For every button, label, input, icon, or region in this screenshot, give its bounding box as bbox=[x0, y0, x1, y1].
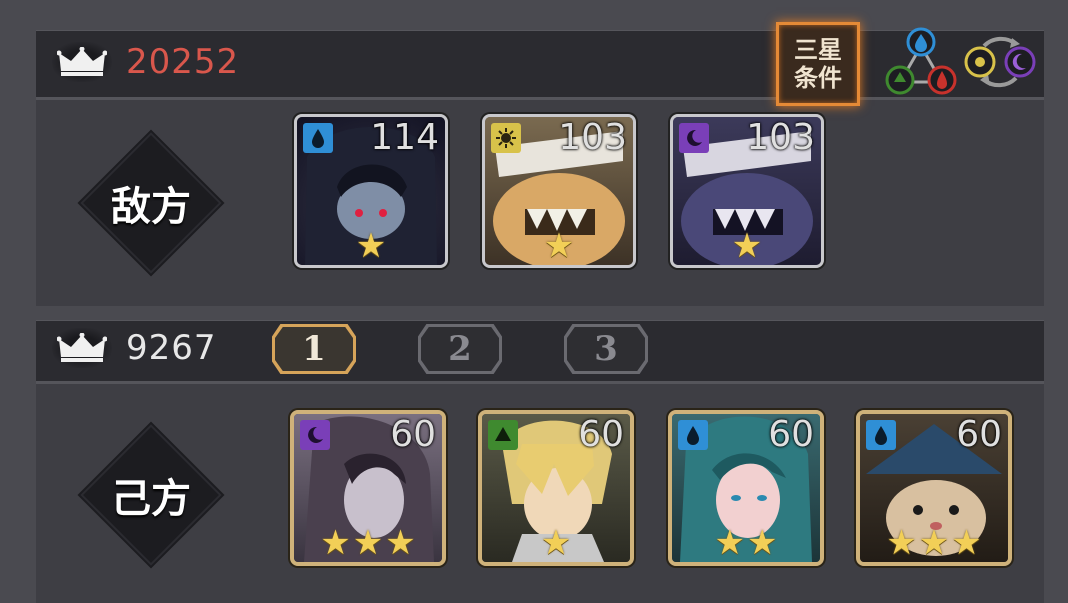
star-icon: ★ bbox=[918, 523, 950, 563]
star-icon: ★ bbox=[543, 226, 575, 266]
star-icon: ★ bbox=[747, 523, 778, 563]
ally-unit-card[interactable]: 60 ★ ★ bbox=[668, 410, 824, 566]
team-tab-label: 3 bbox=[594, 329, 618, 369]
enemy-unit-card[interactable]: 103 ★ bbox=[482, 114, 636, 268]
moon-icon bbox=[300, 420, 330, 450]
enemy-power: 20252 bbox=[52, 42, 239, 82]
enemy-power-value: 20252 bbox=[126, 42, 240, 82]
three-star-label-2: 条件 bbox=[794, 64, 842, 92]
team-tab-1[interactable]: 1 bbox=[272, 324, 356, 374]
star-icon: ★ bbox=[714, 523, 745, 563]
team-tab-2[interactable]: 2 bbox=[418, 324, 502, 374]
sun-icon bbox=[491, 123, 521, 153]
unit-stars: ★ bbox=[297, 229, 445, 263]
water-icon bbox=[866, 420, 896, 450]
unit-level: 114 bbox=[370, 117, 439, 158]
unit-level: 103 bbox=[558, 117, 627, 158]
star-icon: ★ bbox=[540, 523, 572, 563]
enemy-unit-card[interactable]: 114 ★ bbox=[294, 114, 448, 268]
water-icon bbox=[678, 420, 708, 450]
three-star-condition-button[interactable]: 三星 条件 bbox=[776, 22, 860, 106]
sun-moon-cycle-icon[interactable] bbox=[962, 26, 1038, 98]
unit-level: 103 bbox=[746, 117, 815, 158]
crown-icon bbox=[52, 328, 112, 368]
team-tab-label: 2 bbox=[448, 329, 472, 369]
ally-side-label: 己方 bbox=[76, 420, 226, 570]
unit-level: 60 bbox=[578, 414, 624, 455]
unit-stars: ★ ★ bbox=[672, 526, 820, 560]
enemy-unit-card[interactable]: 103 ★ bbox=[670, 114, 824, 268]
team-tab-3[interactable]: 3 bbox=[564, 324, 648, 374]
ally-unit-card[interactable]: 60 ★ ★ ★ bbox=[856, 410, 1012, 566]
enemy-side-text: 敌方 bbox=[111, 184, 191, 230]
unit-stars: ★ bbox=[485, 229, 633, 263]
unit-level: 60 bbox=[956, 414, 1002, 455]
star-icon: ★ bbox=[320, 523, 351, 563]
ally-unit-card[interactable]: 60 ★ bbox=[478, 410, 634, 566]
star-icon: ★ bbox=[951, 523, 982, 563]
ally-unit-card[interactable]: 60 ★ ★ ★ bbox=[290, 410, 446, 566]
unit-stars: ★ bbox=[673, 229, 821, 263]
ally-power: 9267 bbox=[52, 328, 217, 368]
element-cycle-icon[interactable] bbox=[884, 26, 958, 98]
star-icon: ★ bbox=[352, 523, 384, 563]
star-icon: ★ bbox=[385, 523, 416, 563]
crown-icon bbox=[52, 42, 112, 82]
ally-side-text: 己方 bbox=[111, 476, 191, 522]
unit-stars: ★ ★ ★ bbox=[294, 526, 442, 560]
three-star-label-1: 三星 bbox=[794, 36, 842, 64]
unit-stars: ★ ★ ★ bbox=[860, 526, 1008, 560]
star-icon: ★ bbox=[355, 226, 387, 266]
leaf-icon bbox=[488, 420, 518, 450]
ally-power-value: 9267 bbox=[126, 328, 217, 368]
unit-stars: ★ bbox=[482, 526, 630, 560]
moon-icon bbox=[679, 123, 709, 153]
star-icon: ★ bbox=[731, 226, 763, 266]
enemy-side-label: 敌方 bbox=[76, 128, 226, 278]
unit-level: 60 bbox=[768, 414, 814, 455]
water-icon bbox=[303, 123, 333, 153]
unit-level: 60 bbox=[390, 414, 436, 455]
star-icon: ★ bbox=[886, 523, 917, 563]
team-tab-label: 1 bbox=[302, 329, 326, 369]
